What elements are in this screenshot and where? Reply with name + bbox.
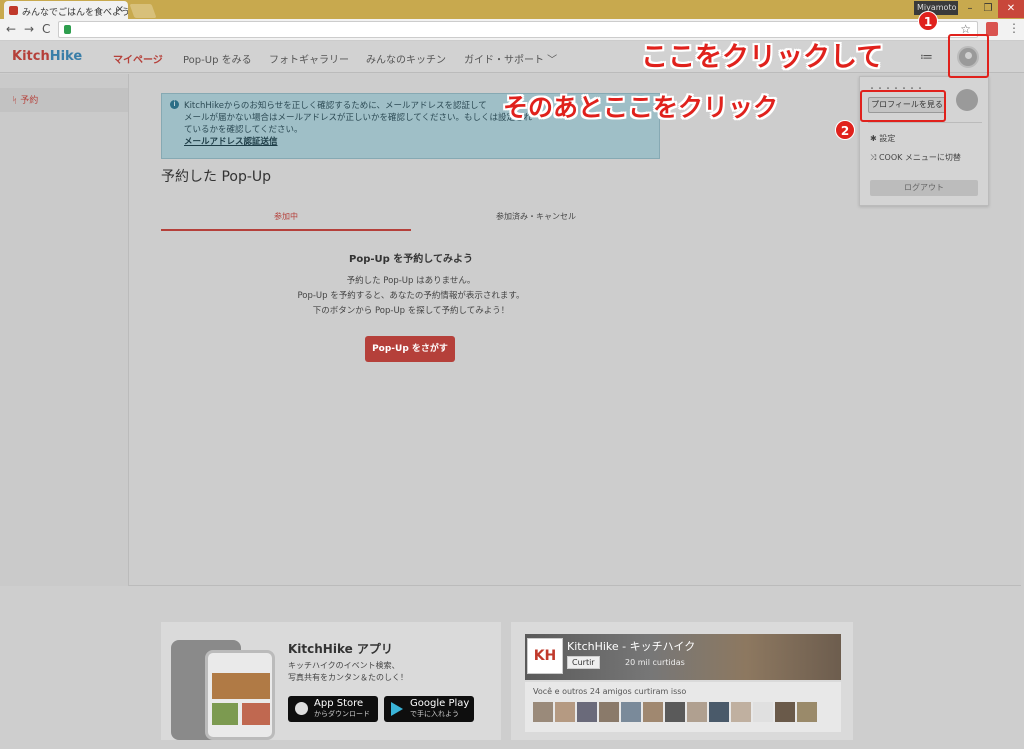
- site: KitchHike マイページ Pop-Up をみる フォトギャラリー みんなの…: [0, 41, 1024, 749]
- empty-state-line: 下のボタンから Pop-Up を探して予約してみよう！: [312, 306, 510, 316]
- friend-avatar[interactable]: [665, 702, 685, 722]
- browser-tab[interactable]: みんなでごはんを食べよう - ×: [4, 1, 128, 19]
- divider: [868, 122, 982, 123]
- shuffle-icon: ⤨: [870, 153, 877, 162]
- switch-cook-menu-item[interactable]: ⤨ COOK メニューに切替: [870, 152, 961, 163]
- friend-avatar[interactable]: [753, 702, 773, 722]
- lock-icon: [64, 25, 71, 34]
- fb-page-name[interactable]: KitchHike - キッチハイク: [567, 638, 695, 654]
- friend-avatar[interactable]: [687, 702, 707, 722]
- tab-upcoming[interactable]: 参加中: [161, 211, 411, 231]
- nav-guide[interactable]: ガイド・サポート ﹀: [464, 51, 557, 66]
- window-close-button[interactable]: ✕: [998, 0, 1024, 18]
- close-tab-icon[interactable]: ×: [116, 4, 124, 15]
- app-store-badge[interactable]: App Store からダウンロード: [288, 696, 378, 722]
- friend-avatar[interactable]: [709, 702, 729, 722]
- app-promo: KitchHike アプリ キッチハイクのイベント検索、 写真共有をカンタン＆た…: [161, 622, 501, 740]
- sidebar: ᛋ 予約: [0, 74, 128, 586]
- browser-tabstrip: みんなでごはんを食べよう - × Miyamoto – ❐ ✕: [0, 0, 1024, 19]
- empty-state-line: 予約した Pop-Up はありません。: [346, 276, 476, 286]
- settings-menu-item[interactable]: ✱ 設定: [870, 133, 895, 144]
- gear-icon: ✱: [870, 134, 877, 143]
- step-1-caption: ここをクリックして: [641, 42, 884, 73]
- kitchhike-page-logo[interactable]: KH: [527, 638, 563, 674]
- maximize-button[interactable]: ❐: [978, 0, 998, 18]
- app-description: キッチハイクのイベント検索、 写真共有をカンタン＆たのしく！: [288, 661, 408, 682]
- verify-email-link[interactable]: メールアドレス認証送信: [184, 137, 278, 147]
- friend-avatar[interactable]: [621, 702, 641, 722]
- sidebar-item-label: 予約: [20, 96, 39, 106]
- friend-avatar[interactable]: [577, 702, 597, 722]
- new-tab-button[interactable]: [129, 4, 157, 18]
- facebook-widget: KH KitchHike - キッチハイク Curtir 20 mil curt…: [511, 622, 853, 740]
- alert-line-3: ているかを確認してください。: [184, 125, 303, 135]
- reload-icon[interactable]: C: [42, 22, 50, 36]
- friend-avatar[interactable]: [533, 702, 553, 722]
- nav-kitchen[interactable]: みんなのキッチン: [366, 51, 446, 66]
- friend-avatar[interactable]: [731, 702, 751, 722]
- fb-like-button[interactable]: Curtir: [567, 656, 600, 669]
- friend-avatar[interactable]: [599, 702, 619, 722]
- friend-avatar[interactable]: [775, 702, 795, 722]
- tab-title: みんなでごはんを食べよう -: [22, 8, 128, 18]
- reservation-tabs: 参加中 参加済み・キャンセル: [161, 211, 661, 231]
- fork-icon: ᛋ: [12, 96, 18, 106]
- highlight-avatar: [948, 34, 989, 78]
- google-play-badge[interactable]: Google Play で手に入れよう: [384, 696, 474, 722]
- step-2-badge: 2: [835, 120, 855, 140]
- fb-like-count: 20 mil curtidas: [625, 658, 685, 667]
- page-title: 予約した Pop-Up: [161, 169, 272, 185]
- google-play-icon: [391, 702, 403, 716]
- nav-gallery[interactable]: フォトギャラリー: [269, 51, 349, 66]
- step-2-caption: そのあとここをクリック: [503, 93, 779, 122]
- empty-state-title: Pop-Up を予約してみよう: [349, 254, 473, 265]
- friend-avatar[interactable]: [555, 702, 575, 722]
- fb-cover-image: KH KitchHike - キッチハイク Curtir 20 mil curt…: [525, 634, 841, 680]
- search-popup-button[interactable]: Pop-Up をさがす: [365, 336, 455, 362]
- minimize-button[interactable]: –: [960, 0, 980, 18]
- kitchhike-logo[interactable]: KitchHike: [12, 49, 82, 64]
- phone-image: [205, 650, 275, 740]
- app-title: KitchHike アプリ: [288, 642, 393, 656]
- sidebar-item-reservation[interactable]: ᛋ 予約: [0, 88, 128, 112]
- back-icon[interactable]: ←: [6, 22, 16, 36]
- favicon-icon: [9, 6, 18, 15]
- info-icon: i: [170, 100, 179, 109]
- browser-menu-icon[interactable]: ⋮: [1008, 21, 1020, 35]
- dropdown-avatar: [956, 89, 978, 111]
- tab-past-cancelled[interactable]: 参加済み・キャンセル: [411, 211, 661, 231]
- friend-avatar[interactable]: [797, 702, 817, 722]
- forward-icon[interactable]: →: [24, 22, 34, 36]
- friend-avatar[interactable]: [643, 702, 663, 722]
- nav-mypage[interactable]: マイページ: [113, 51, 163, 66]
- empty-state-line: Pop-Up を予約すると、あなたの予約情報が表示されます。: [297, 291, 525, 301]
- fb-friends-panel: Você e outros 24 amigos curtiram isso: [525, 682, 841, 732]
- nav-popup[interactable]: Pop-Up をみる: [183, 51, 252, 66]
- step-1-badge: 1: [918, 11, 938, 31]
- highlight-profile-button: [860, 90, 946, 122]
- logout-button[interactable]: ログアウト: [870, 180, 978, 196]
- fb-friends-text: Você e outros 24 amigos curtiram isso: [533, 687, 687, 696]
- checklist-icon[interactable]: ≔: [920, 50, 933, 65]
- apple-icon: [295, 702, 308, 715]
